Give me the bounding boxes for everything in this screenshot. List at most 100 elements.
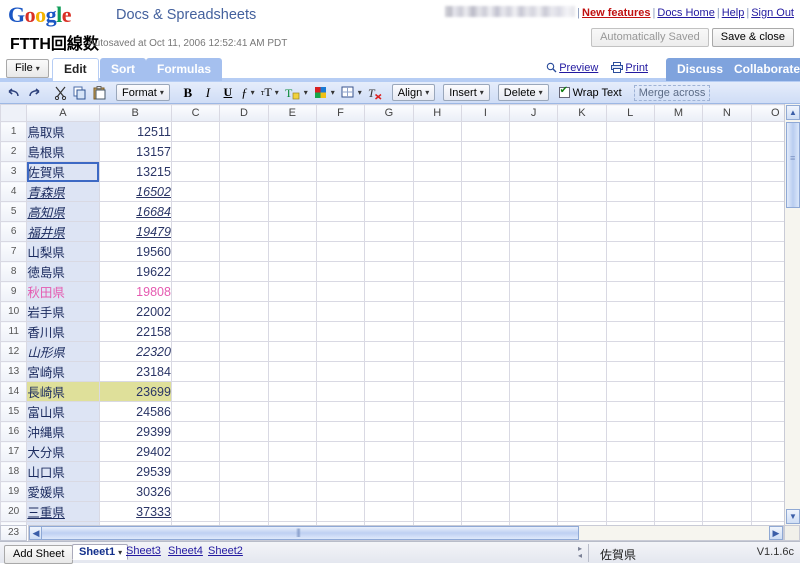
cell-E2[interactable] xyxy=(267,141,317,162)
row-header-15[interactable]: 15 xyxy=(0,401,28,422)
vertical-scrollbar[interactable]: ▲ ▼ xyxy=(784,104,800,525)
cell-M8[interactable] xyxy=(653,261,704,282)
cell-G8[interactable] xyxy=(364,261,414,282)
cell-G17[interactable] xyxy=(364,441,414,462)
row-header-19[interactable]: 19 xyxy=(0,481,28,502)
cell-A8[interactable]: 徳島県 xyxy=(26,261,100,282)
cell-C4[interactable] xyxy=(170,181,221,202)
cell-I17[interactable] xyxy=(460,441,511,462)
cell-H2[interactable] xyxy=(412,141,462,162)
cell-D3[interactable] xyxy=(219,161,269,182)
cell-H19[interactable] xyxy=(412,481,462,502)
cell-H3[interactable] xyxy=(412,161,462,182)
docs-home-link[interactable]: Docs Home xyxy=(657,7,714,19)
cell-A9[interactable]: 秋田県 xyxy=(26,281,100,302)
cell-J12[interactable] xyxy=(509,341,559,362)
cell-L11[interactable] xyxy=(605,321,655,342)
cell-E15[interactable] xyxy=(267,401,317,422)
cell-B18[interactable]: 29539 xyxy=(98,461,172,482)
cell-I11[interactable] xyxy=(460,321,511,342)
cell-K13[interactable] xyxy=(557,361,607,382)
cell-M13[interactable] xyxy=(653,361,704,382)
cell-L18[interactable] xyxy=(605,461,655,482)
cell-E17[interactable] xyxy=(267,441,317,462)
cell-H9[interactable] xyxy=(412,281,462,302)
cell-C9[interactable] xyxy=(170,281,221,302)
cell-B9[interactable]: 19808 xyxy=(98,281,172,302)
cell-C20[interactable] xyxy=(170,501,221,522)
cell-L17[interactable] xyxy=(605,441,655,462)
cell-N4[interactable] xyxy=(702,181,752,202)
cell-J9[interactable] xyxy=(509,281,559,302)
row-header-20[interactable]: 20 xyxy=(0,501,28,522)
cell-C19[interactable] xyxy=(170,481,221,502)
cell-F9[interactable] xyxy=(315,281,366,302)
cell-D10[interactable] xyxy=(219,301,269,322)
row-header-14[interactable]: 14 xyxy=(0,381,28,402)
cell-B5[interactable]: 16684 xyxy=(98,201,172,222)
cell-K8[interactable] xyxy=(557,261,607,282)
undo-icon[interactable] xyxy=(4,83,24,102)
cell-G11[interactable] xyxy=(364,321,414,342)
cell-N11[interactable] xyxy=(702,321,752,342)
cell-J18[interactable] xyxy=(509,461,559,482)
cell-I12[interactable] xyxy=(460,341,511,362)
file-menu-button[interactable]: File ▾ xyxy=(6,59,49,78)
cell-M5[interactable] xyxy=(653,201,704,222)
cell-H13[interactable] xyxy=(412,361,462,382)
cell-I19[interactable] xyxy=(460,481,511,502)
cell-L7[interactable] xyxy=(605,241,655,262)
cell-D16[interactable] xyxy=(219,421,269,442)
sheet-tab-sheet1[interactable]: Sheet1 ▾ xyxy=(72,544,129,560)
cell-A19[interactable]: 愛媛県 xyxy=(26,481,100,502)
cell-L20[interactable] xyxy=(605,501,655,522)
cell-G15[interactable] xyxy=(364,401,414,422)
cell-I20[interactable] xyxy=(460,501,511,522)
cell-H14[interactable] xyxy=(412,381,462,402)
cell-I4[interactable] xyxy=(460,181,511,202)
cell-D17[interactable] xyxy=(219,441,269,462)
horizontal-scroll-thumb[interactable] xyxy=(41,526,579,540)
cell-D15[interactable] xyxy=(219,401,269,422)
cell-J19[interactable] xyxy=(509,481,559,502)
cell-C3[interactable] xyxy=(170,161,221,182)
font-size-icon[interactable]: т T ▾ xyxy=(258,83,282,102)
cell-F17[interactable] xyxy=(315,441,366,462)
delete-dropdown[interactable]: Delete ▾ xyxy=(497,84,549,101)
cell-L13[interactable] xyxy=(605,361,655,382)
cell-J17[interactable] xyxy=(509,441,559,462)
cell-B19[interactable]: 30326 xyxy=(98,481,172,502)
cell-N14[interactable] xyxy=(702,381,752,402)
row-header-23[interactable]: 23 xyxy=(0,525,27,541)
cell-A11[interactable]: 香川県 xyxy=(26,321,100,342)
cell-G5[interactable] xyxy=(364,201,414,222)
cell-M1[interactable] xyxy=(653,121,704,142)
cell-L15[interactable] xyxy=(605,401,655,422)
cell-A17[interactable]: 大分県 xyxy=(26,441,100,462)
cell-K19[interactable] xyxy=(557,481,607,502)
cell-I1[interactable] xyxy=(460,121,511,142)
cell-C13[interactable] xyxy=(170,361,221,382)
align-dropdown[interactable]: Align ▾ xyxy=(391,84,436,101)
cell-A3[interactable]: 佐賀県 xyxy=(26,161,100,182)
cell-L6[interactable] xyxy=(605,221,655,242)
cell-K6[interactable] xyxy=(557,221,607,242)
cell-C10[interactable] xyxy=(170,301,221,322)
cell-C18[interactable] xyxy=(170,461,221,482)
cell-N1[interactable] xyxy=(702,121,752,142)
cell-M4[interactable] xyxy=(653,181,704,202)
cell-F4[interactable] xyxy=(315,181,366,202)
cell-G10[interactable] xyxy=(364,301,414,322)
cell-E1[interactable] xyxy=(267,121,317,142)
cell-C14[interactable] xyxy=(170,381,221,402)
cell-J3[interactable] xyxy=(509,161,559,182)
cell-L9[interactable] xyxy=(605,281,655,302)
cell-L12[interactable] xyxy=(605,341,655,362)
cell-N3[interactable] xyxy=(702,161,752,182)
cell-D7[interactable] xyxy=(219,241,269,262)
cell-G6[interactable] xyxy=(364,221,414,242)
cell-D8[interactable] xyxy=(219,261,269,282)
cell-K7[interactable] xyxy=(557,241,607,262)
cell-K12[interactable] xyxy=(557,341,607,362)
column-header-N[interactable]: N xyxy=(702,104,752,122)
